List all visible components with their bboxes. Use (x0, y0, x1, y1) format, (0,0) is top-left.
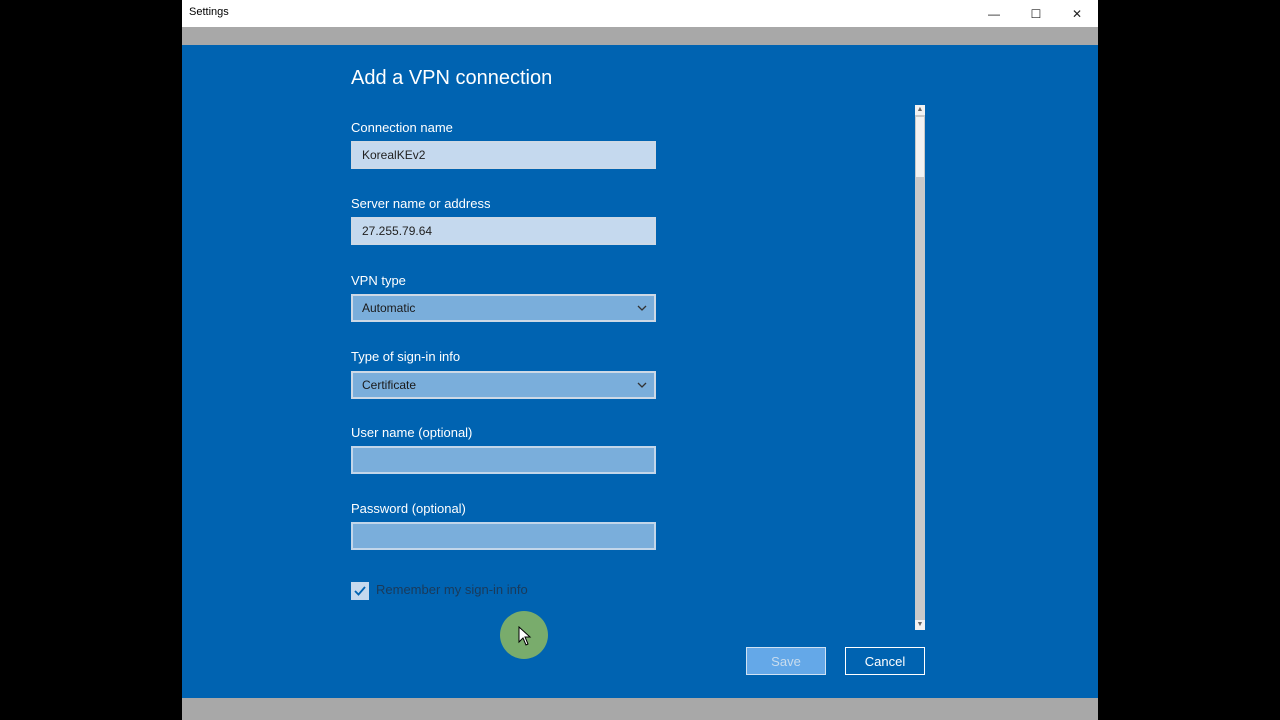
username-input[interactable] (351, 446, 656, 474)
bottom-gray-strip (182, 698, 1098, 720)
username-value (353, 453, 362, 467)
mouse-pointer-icon (518, 626, 532, 646)
title-bar: Settings — ☐ ✕ (182, 0, 1098, 27)
chevron-down-icon (636, 373, 648, 407)
vpn-type-select[interactable]: Automatic (351, 294, 656, 322)
scroll-up-arrow-icon[interactable]: ▲ (915, 105, 925, 115)
vertical-scrollbar[interactable]: ▲ ▼ (915, 105, 925, 630)
scroll-down-arrow-icon[interactable]: ▼ (915, 620, 925, 630)
password-label: Password (optional) (351, 501, 466, 516)
remember-label: Remember my sign-in info (376, 582, 528, 597)
save-button[interactable]: Save (746, 647, 826, 675)
connection-name-label: Connection name (351, 120, 453, 135)
signin-type-label: Type of sign-in info (351, 349, 461, 364)
connection-name-input[interactable]: KorealKEv2 (351, 141, 656, 169)
server-value: 27.255.79.64 (362, 224, 433, 238)
password-value (353, 529, 362, 543)
connection-name-value: KorealKEv2 (362, 148, 426, 162)
settings-window: Settings — ☐ ✕ Add a VPN connection Conn… (182, 0, 1098, 720)
signin-type-value: Certificate (362, 378, 417, 392)
cancel-button[interactable]: Cancel (845, 647, 925, 675)
maximize-button[interactable]: ☐ (1016, 0, 1056, 27)
remember-checkbox[interactable] (351, 582, 369, 600)
vpn-type-label: VPN type (351, 273, 406, 288)
add-vpn-dialog: Add a VPN connection Connection name Kor… (182, 45, 1098, 698)
chevron-down-icon (636, 296, 648, 330)
vpn-type-value: Automatic (362, 301, 416, 315)
signin-type-select[interactable]: Certificate (351, 371, 656, 399)
close-button[interactable]: ✕ (1057, 0, 1097, 27)
top-gray-strip (182, 27, 1098, 45)
server-input[interactable]: 27.255.79.64 (351, 217, 656, 245)
password-input[interactable] (351, 522, 656, 550)
window-title: Settings (189, 6, 229, 18)
dialog-heading: Add a VPN connection (351, 67, 553, 89)
server-label: Server name or address (351, 196, 491, 211)
username-label: User name (optional) (351, 425, 473, 440)
minimize-button[interactable]: — (974, 0, 1014, 27)
checkmark-icon (354, 586, 366, 596)
scrollbar-thumb[interactable] (916, 117, 924, 177)
